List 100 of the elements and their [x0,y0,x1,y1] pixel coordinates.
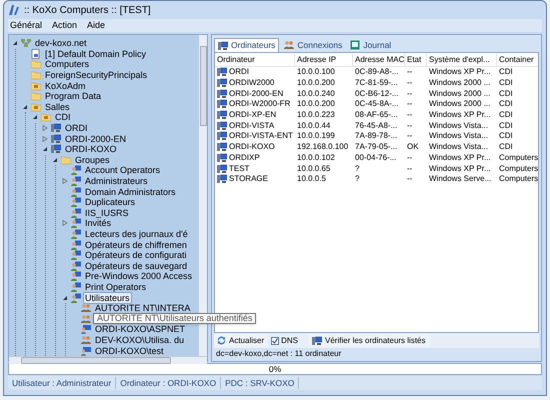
tree-item[interactable]: Groupes [73,154,112,166]
tree-item[interactable]: dev-koxo.net [33,37,89,50]
column-header[interactable]: Adresse IP [295,54,353,66]
tree-item[interactable]: ForeignSecurityPrincipals [43,69,150,82]
table-cell: ORDI-KOXO [229,141,275,154]
menu-item[interactable]: Action [52,18,78,32]
tree-item[interactable]: Pre-Windows 2000 Access [83,270,194,282]
expander-icon[interactable] [42,146,48,152]
tree-item[interactable]: Salles [43,100,72,113]
computer-icon [217,67,227,78]
menu-item[interactable]: Aide [87,18,106,32]
table-cell: -- [407,77,412,90]
tab[interactable]: Ordinateurs [214,38,280,52]
table-cell: Windows 2000 ... [429,98,490,110]
tree-item[interactable]: Computers [43,58,92,70]
tree-item[interactable]: Print Operators [83,280,148,293]
tab[interactable]: Connexions [281,38,346,52]
table-cell: 76-45-A8-... [355,120,398,132]
verify-button[interactable]: Vérifier les ordinateurs listés [308,334,430,347]
info-text: dc=dev-koxo,dc=net : 11 ordinateur [215,348,342,359]
tree-item[interactable]: Account Operators [83,164,162,176]
group-icon [71,176,81,186]
group-icon [71,165,81,176]
tree-item[interactable]: Duplicateurs [83,196,138,208]
menu-item[interactable]: Général [10,18,42,32]
table-cell: ORDIXP [229,152,260,164]
tree-item[interactable]: AUTORITE NT\INTERA [93,302,192,314]
table-cell: Windows XP Pr... [429,152,491,164]
computer-icon [217,142,227,152]
tree-item[interactable]: Administrateurs [83,175,150,188]
column-header[interactable]: Système d'expl... [427,54,497,66]
tree-item[interactable]: Domain Administrators [83,186,178,198]
expander-icon[interactable] [12,40,18,46]
refresh-button[interactable]: Actualiser [214,334,268,347]
tree-item[interactable]: IIS_IUSRS [83,206,131,219]
table-cell: Windows XP Pr... [429,109,491,122]
table-cell: 10.0.0.100 [297,66,335,78]
column-header[interactable]: Adresse MAC [353,54,405,66]
table-cell: Windows 2000 ... [429,77,490,90]
users-icon [81,334,91,345]
table-cell: ORDI-VISTA-ENT [229,130,293,142]
computer-user-icon [81,346,91,356]
folder-icon [31,59,41,70]
folder-icon [41,112,51,122]
status-text: PDC : SRV-KOXO [221,376,300,390]
computer-user-icon [81,324,91,334]
journal-icon [350,40,360,50]
column-header[interactable]: Ordinateur [215,54,295,66]
tree-item[interactable]: Opérateurs de sauvegard [83,260,190,272]
table-cell: CDI [499,66,513,78]
table-cell: 7C-81-59-... [355,77,398,90]
tree-item[interactable]: ORDI [63,122,90,134]
tab[interactable]: Journal [347,38,394,52]
horizontal-scrollbar[interactable] [9,356,207,364]
computer-icon [217,88,227,99]
table-cell: Windows Serve... [429,173,492,186]
tree-item[interactable]: ORDI-KOXO\ASPNET [93,323,188,336]
table-cell: Computers [499,173,538,186]
computer-icon [312,336,322,346]
table-cell: OK [407,141,419,154]
column-header[interactable]: Container [497,54,538,66]
computer-icon [217,78,227,88]
tree-item[interactable]: Lecteurs des journaux d'é [83,228,190,240]
expander-icon[interactable] [52,156,58,163]
tree-item[interactable]: ORDI-KOXO [63,143,119,156]
tree-item[interactable]: DEV-KOXO\Utilisa. du [93,334,186,346]
tree-item[interactable]: [1] Default Domain Policy [43,48,148,60]
expander-icon[interactable] [32,114,38,120]
tree-item[interactable]: ORDI-2000-EN [63,132,128,145]
table-cell: 7A-79-05-... [355,141,398,154]
table-cell: -- [407,98,412,110]
expander-icon[interactable] [62,294,68,301]
tree-item[interactable]: KoXoAdm [43,80,88,92]
tree-item[interactable]: CDI [53,111,72,124]
computer-icon [51,144,61,154]
tree-item[interactable]: Program Data [43,90,104,102]
folder-icon [61,154,71,165]
computer-icon [217,174,227,184]
column-header[interactable]: Etat [405,54,427,66]
table-cell: 08-AF-65-... [355,109,398,122]
computer-icon [218,40,228,50]
dns-checkbox[interactable] [271,336,280,344]
computer-icon [217,110,227,120]
table-cell: 0C-B6-12-... [355,88,399,100]
table-cell: ORDI-2000-EN [229,88,284,100]
table-cell: -- [407,120,412,132]
tree-item[interactable]: Utilisateurs [83,292,132,304]
group-icon [71,292,81,303]
expander-icon[interactable] [22,104,28,110]
tree-item[interactable]: Opérateurs de chiffremen [83,238,189,251]
table-cell: 10.0.0.65 [297,162,330,175]
table-cell: ORDI-VISTA [229,120,274,132]
tree-item[interactable]: Opérateurs de configurati [83,249,189,262]
group-icon [71,228,81,239]
folder-icon [31,102,41,112]
table-cell: -- [407,109,412,122]
tree-item[interactable]: ORDI-KOXO\test [93,344,166,357]
table-cell: Computers [499,152,538,164]
table-cell: Windows Vista... [429,130,488,142]
tree-item[interactable]: Invités [83,217,114,230]
